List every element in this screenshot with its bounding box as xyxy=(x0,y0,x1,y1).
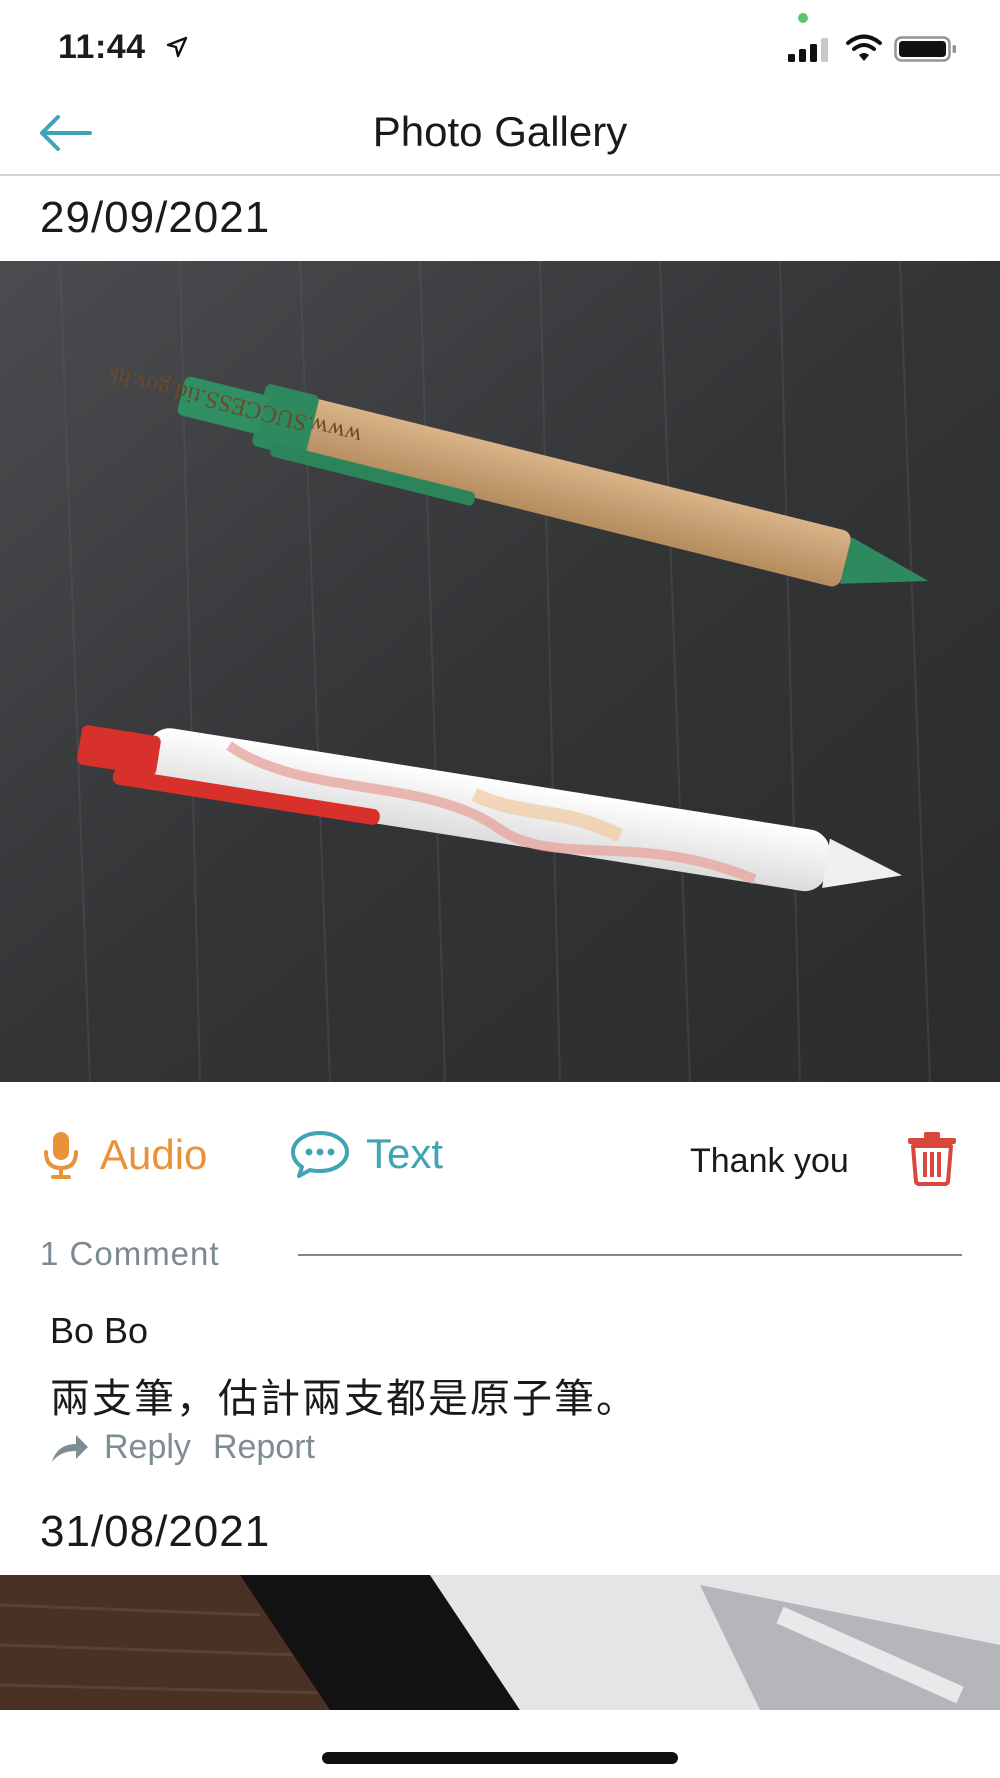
partial-photo-illustration xyxy=(0,1575,1000,1710)
microphone-icon xyxy=(44,1132,78,1179)
entry-action-row: Audio Text Thank you xyxy=(0,1120,1000,1196)
gallery-photo[interactable]: www.SUCCESS.tid.gov.hk xyxy=(0,261,1000,1082)
comment-actions: Reply Report xyxy=(50,1428,315,1467)
camera-indicator-dot xyxy=(798,13,808,23)
text-label: Text xyxy=(366,1130,444,1177)
pens-photo-illustration: www.SUCCESS.tid.gov.hk xyxy=(0,261,1000,1082)
chat-bubble-icon xyxy=(291,1131,349,1178)
entry-date: 31/08/2021 xyxy=(40,1507,271,1556)
audio-label: Audio xyxy=(100,1131,208,1178)
status-bar: 11:44 xyxy=(0,0,1000,90)
status-time: 11:44 xyxy=(58,28,146,66)
wifi-icon xyxy=(846,34,882,61)
text-comment-button[interactable]: Text xyxy=(290,1130,443,1178)
reply-link[interactable]: Reply xyxy=(104,1428,191,1467)
location-arrow-icon xyxy=(166,36,188,58)
comment-divider xyxy=(298,1254,962,1256)
reply-arrow-icon xyxy=(52,1434,88,1462)
gallery-photo[interactable] xyxy=(0,1575,1000,1710)
battery-icon xyxy=(894,36,956,62)
comment-author: Bo Bo xyxy=(50,1310,149,1351)
navigation-bar: Photo Gallery xyxy=(0,90,1000,176)
home-indicator xyxy=(322,1752,678,1764)
trash-icon xyxy=(908,1132,956,1186)
delete-photo-button[interactable] xyxy=(904,1130,960,1186)
entry-date: 29/09/2021 xyxy=(40,193,271,242)
comment-count-row: 1 Comment xyxy=(40,1235,962,1275)
photo-gallery-screen: 11:44 Photo Gallery 29/09/2021 www.SUCCE… xyxy=(0,0,1000,1778)
comment-body: 兩支筆，估計兩支都是原子筆。 xyxy=(50,1377,638,1421)
page-title: Photo Gallery xyxy=(372,108,628,155)
audio-comment-button[interactable]: Audio xyxy=(42,1130,207,1180)
signal-icon xyxy=(788,38,828,62)
photo-caption: Thank you xyxy=(690,1142,849,1180)
report-link[interactable]: Report xyxy=(213,1428,315,1467)
comment-count: 1 Comment xyxy=(40,1235,220,1272)
